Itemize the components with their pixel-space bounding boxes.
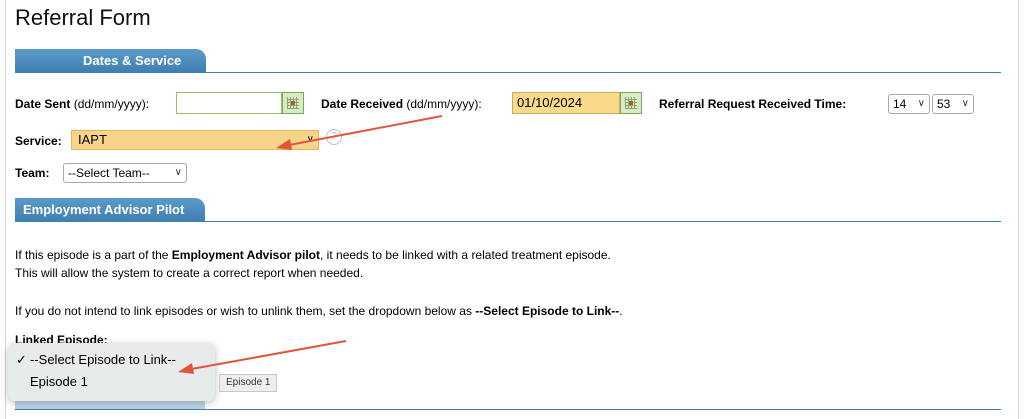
- help-icon[interactable]: ?: [326, 129, 342, 145]
- team-value: --Select Team--: [68, 166, 150, 180]
- date-sent-label: Date Sent (dd/mm/yyyy):: [15, 97, 150, 111]
- employment-info-line2: This will allow the system to create a c…: [15, 266, 364, 280]
- minute-select[interactable]: 53 ∨: [932, 94, 974, 114]
- dropdown-option-select-episode[interactable]: ✓ --Select Episode to Link--: [8, 349, 215, 371]
- date-received-input[interactable]: 01/10/2024: [512, 92, 620, 114]
- referral-time-label: Referral Request Received Time:: [659, 97, 847, 111]
- section-tab-dates-service: Dates & Service: [15, 49, 206, 73]
- option-tooltip: Episode 1: [219, 374, 278, 392]
- calendar-icon[interactable]: [620, 92, 642, 114]
- section-rule: [15, 72, 1001, 73]
- hour-select[interactable]: 14 ∨: [888, 94, 930, 114]
- chevron-down-icon: ∨: [174, 167, 182, 178]
- service-value: IAPT: [78, 132, 107, 147]
- hour-value: 14: [893, 97, 907, 111]
- calendar-icon[interactable]: [282, 92, 304, 114]
- team-label: Team:: [15, 166, 50, 180]
- section-tab-employment-advisor: Employment Advisor Pilot: [15, 198, 205, 222]
- dropdown-option-episode-1[interactable]: Episode 1: [8, 371, 215, 393]
- date-received-label: Date Received (dd/mm/yyyy):: [321, 97, 482, 111]
- section-rule: [15, 409, 1001, 410]
- chevron-down-icon: ∨: [306, 134, 314, 145]
- section-rule: [15, 221, 1001, 222]
- team-select[interactable]: --Select Team-- ∨: [63, 163, 187, 183]
- page-title: Referral Form: [15, 5, 151, 30]
- check-icon: ✓: [16, 352, 27, 367]
- service-select[interactable]: IAPT ∨: [71, 130, 319, 150]
- employment-info-line1: If this episode is a part of the Employm…: [15, 248, 611, 262]
- service-label: Service:: [15, 134, 62, 148]
- employment-info-line3: If you do not intend to link episodes or…: [15, 304, 623, 318]
- linked-episode-dropdown[interactable]: ✓ --Select Episode to Link-- Episode 1: [8, 343, 215, 401]
- chevron-down-icon: ∨: [917, 98, 925, 109]
- minute-value: 53: [937, 97, 951, 111]
- chevron-down-icon: ∨: [961, 98, 969, 109]
- date-sent-input[interactable]: [176, 92, 282, 114]
